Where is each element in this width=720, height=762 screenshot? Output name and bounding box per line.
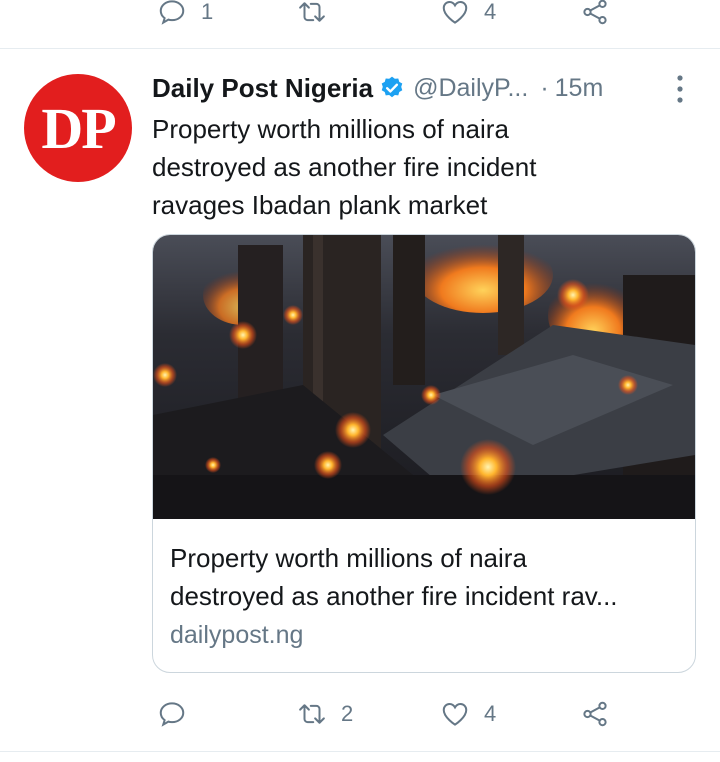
author-name[interactable]: Daily Post Nigeria xyxy=(152,73,373,104)
tweet-text-line: Property worth millions of naira xyxy=(152,114,509,144)
avatar-logo-text: DP xyxy=(41,95,116,161)
card-domain: dailypost.ng xyxy=(170,621,304,649)
like-count: 4 xyxy=(484,0,497,24)
author-handle[interactable]: @DailyP... xyxy=(413,74,528,103)
tweet-divider xyxy=(0,48,720,49)
tweet-action-bar: 2 4 xyxy=(0,694,720,734)
share-icon xyxy=(583,0,607,25)
avatar[interactable]: DP xyxy=(24,74,132,182)
card-title: Property worth millions of naira destroy… xyxy=(170,539,685,615)
reply-count: 1 xyxy=(201,0,214,24)
more-options-icon[interactable] xyxy=(670,72,690,106)
share-icon xyxy=(583,701,607,727)
like-count: 4 xyxy=(484,701,497,726)
link-card[interactable]: Property worth millions of naira destroy… xyxy=(152,234,696,673)
card-title-line: Property worth millions of naira xyxy=(170,543,527,573)
verified-badge-icon xyxy=(381,76,403,98)
heart-icon xyxy=(442,702,468,726)
like-button[interactable]: 4 xyxy=(440,694,496,734)
reply-icon xyxy=(159,0,185,25)
reply-icon xyxy=(159,702,185,727)
like-button[interactable]: 4 xyxy=(440,0,496,32)
retweet-icon xyxy=(299,2,325,22)
tweet-timestamp[interactable]: 15m xyxy=(555,74,604,103)
tweet-divider xyxy=(0,751,720,752)
reply-button[interactable] xyxy=(157,694,187,734)
heart-icon xyxy=(442,0,468,24)
retweet-button[interactable]: 2 xyxy=(297,694,353,734)
retweet-icon xyxy=(299,704,325,724)
card-title-line: destroyed as another fire incident rav..… xyxy=(170,581,618,611)
card-image-fire xyxy=(153,235,695,519)
tweet-text: Property worth millions of naira destroy… xyxy=(152,110,692,224)
time-separator: · xyxy=(540,73,549,102)
tweet-header: Daily Post Nigeria @DailyP... · 15m xyxy=(152,68,697,108)
retweet-count: 2 xyxy=(341,701,354,726)
share-button[interactable] xyxy=(580,0,610,32)
share-button[interactable] xyxy=(580,694,610,734)
prev-tweet-action-bar: 1 4 xyxy=(0,0,720,32)
tweet-text-line: ravages Ibadan plank market xyxy=(152,190,488,220)
tweet-text-line: destroyed as another fire incident xyxy=(152,152,537,182)
retweet-button[interactable] xyxy=(297,0,327,32)
reply-button[interactable]: 1 xyxy=(157,0,213,32)
